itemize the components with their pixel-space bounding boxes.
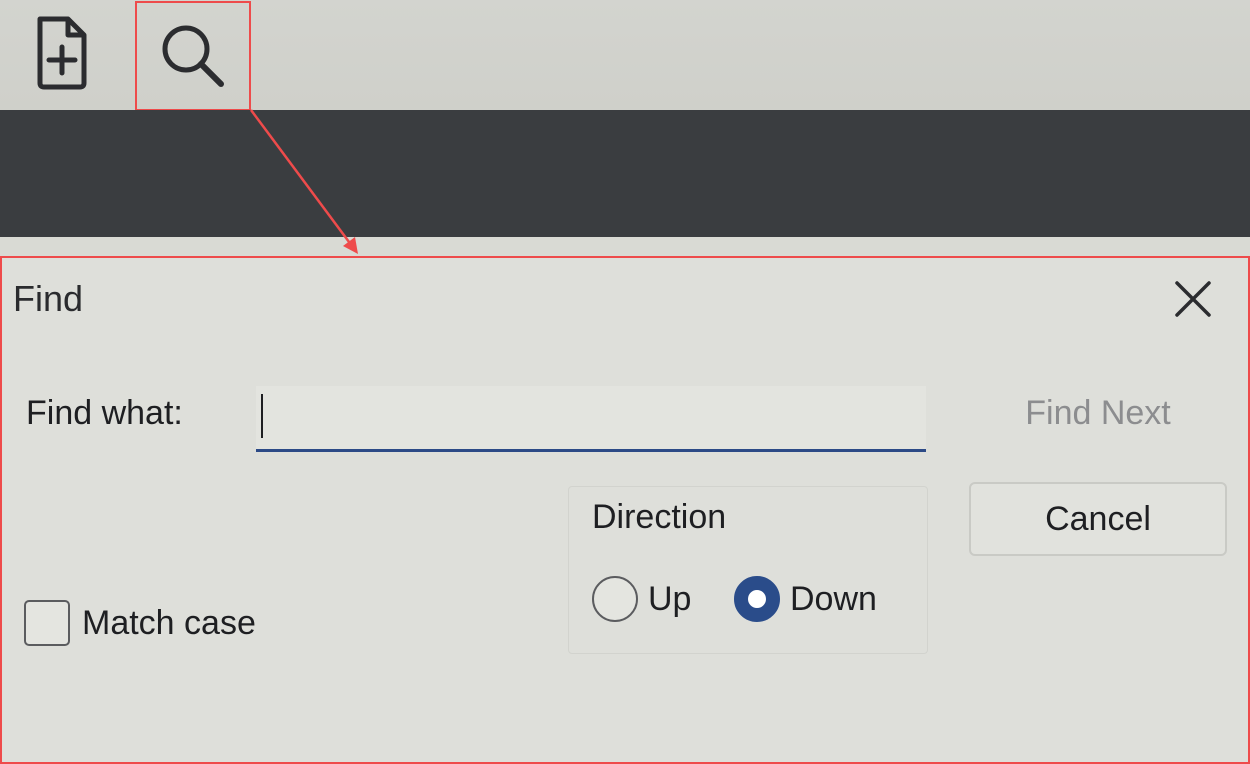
match-case-option[interactable]: Match case <box>24 600 256 646</box>
search-highlight-box <box>135 1 251 111</box>
radio-up-label: Up <box>648 579 692 618</box>
close-icon <box>1175 281 1211 317</box>
find-next-button[interactable]: Find Next <box>969 380 1227 446</box>
text-cursor <box>261 394 263 438</box>
direction-up-option[interactable]: Up <box>592 576 691 622</box>
match-case-checkbox[interactable] <box>24 600 70 646</box>
find-what-input[interactable] <box>256 386 926 452</box>
radio-down[interactable] <box>734 576 780 622</box>
close-button[interactable] <box>1170 276 1216 322</box>
cancel-button[interactable]: Cancel <box>969 482 1227 556</box>
toolbar <box>0 0 1250 111</box>
radio-up[interactable] <box>592 576 638 622</box>
radio-down-label: Down <box>790 579 877 618</box>
find-dialog: Find Find what: Find Next Cancel Directi… <box>0 256 1250 764</box>
dialog-title: Find <box>13 278 84 319</box>
direction-label: Direction <box>592 498 727 536</box>
direction-down-option[interactable]: Down <box>734 576 877 622</box>
match-case-label: Match case <box>82 603 256 642</box>
find-what-label: Find what: <box>26 394 183 432</box>
new-file-button[interactable] <box>22 8 102 98</box>
document-header-band <box>0 110 1250 237</box>
file-plus-icon <box>37 16 87 90</box>
